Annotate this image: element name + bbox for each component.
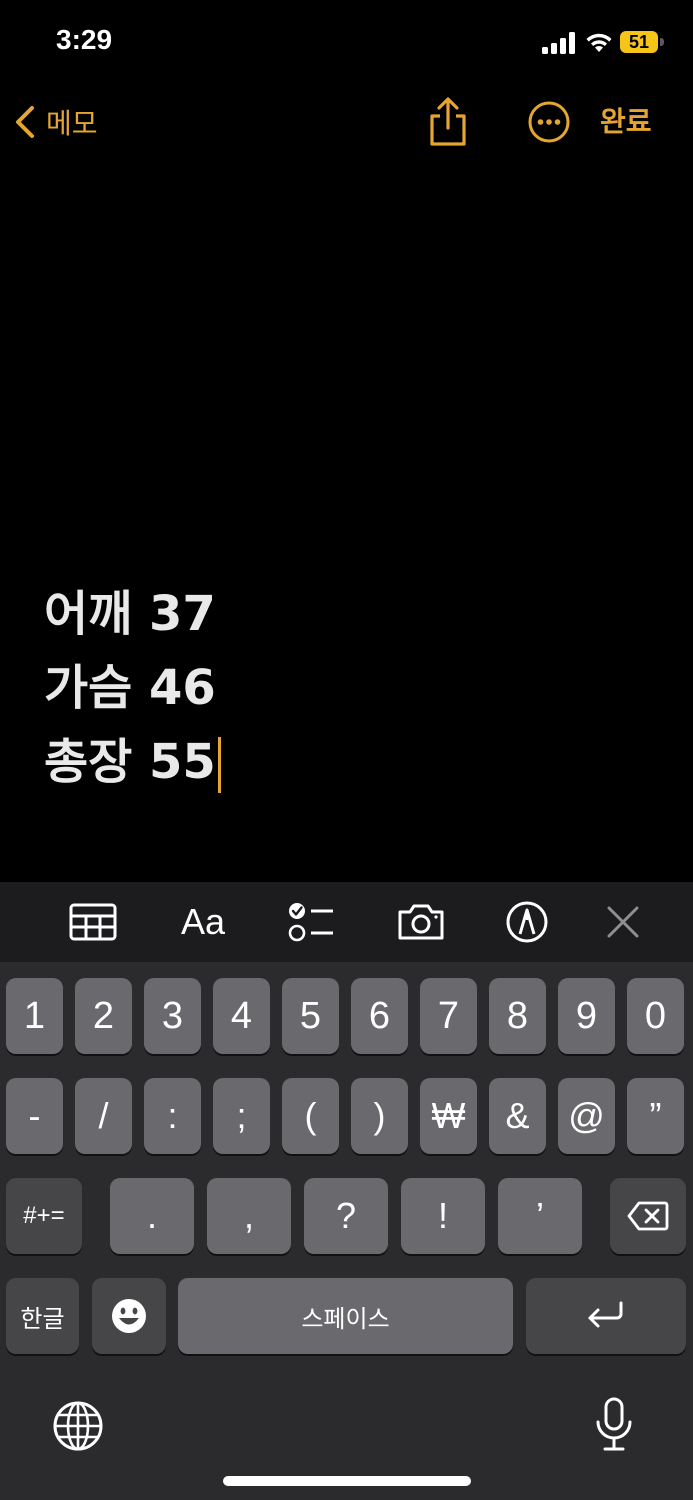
cellular-signal-icon [542,32,575,54]
key-colon[interactable]: : [144,1078,201,1154]
key-semicolon[interactable]: ; [213,1078,270,1154]
globe-icon [53,1401,103,1451]
key-symbols-shift[interactable]: #+= [6,1178,82,1254]
key-won[interactable]: ₩ [420,1078,477,1154]
key-apostrophe[interactable]: ’ [498,1178,582,1254]
battery-level: 51 [620,31,658,53]
key-4[interactable]: 4 [213,978,270,1054]
key-hyphen[interactable]: - [6,1078,63,1154]
checklist-icon [288,903,333,942]
home-indicator [223,1476,471,1486]
text-style-button[interactable]: Aa [176,898,230,946]
key-7[interactable]: 7 [420,978,477,1054]
key-question[interactable]: ? [304,1178,388,1254]
key-open-paren[interactable]: ( [282,1078,339,1154]
close-toolbar-button[interactable] [604,898,642,946]
note-line: 총장 55 [44,732,644,806]
done-button[interactable]: 완료 [600,100,652,144]
key-close-paren[interactable]: ) [351,1078,408,1154]
key-period[interactable]: . [110,1178,194,1254]
key-korean-mode[interactable]: 한글 [6,1278,79,1354]
formatting-toolbar: Aa [0,882,693,962]
delete-backward-icon [627,1201,669,1231]
chevron-left-icon [16,106,34,138]
back-label: 메모 [46,108,98,139]
key-3[interactable]: 3 [144,978,201,1054]
note-line-text: 총장 55 [44,734,216,790]
key-quote[interactable]: ” [627,1078,684,1154]
key-comma[interactable]: , [207,1178,291,1254]
key-exclamation[interactable]: ! [401,1178,485,1254]
dictation-button[interactable] [594,1396,634,1454]
key-9[interactable]: 9 [558,978,615,1054]
camera-button[interactable] [395,898,447,946]
back-button[interactable]: 메모 [14,100,98,144]
battery-icon: 51 [620,31,664,53]
more-options-icon[interactable] [527,100,571,144]
keyboard: 1 2 3 4 5 6 7 8 9 0 - / : ; ( ) ₩ & @ ” … [0,962,693,1500]
key-slash[interactable]: / [75,1078,132,1154]
return-button[interactable] [526,1278,686,1354]
table-icon [69,903,117,941]
wifi-icon [586,33,612,52]
emoji-icon [112,1299,146,1333]
camera-icon [398,904,444,940]
emoji-button[interactable] [92,1278,166,1354]
key-2[interactable]: 2 [75,978,132,1054]
checklist-button[interactable] [286,898,336,946]
backspace-button[interactable] [610,1178,686,1254]
key-at[interactable]: @ [558,1078,615,1154]
text-cursor [217,737,221,793]
note-body[interactable]: 어깨 37 가슴 46 총장 55 [44,584,644,806]
key-1[interactable]: 1 [6,978,63,1054]
markup-pen-icon [506,901,548,943]
markup-button[interactable] [504,898,550,946]
globe-button[interactable] [52,1400,104,1452]
close-icon [607,906,639,938]
key-5[interactable]: 5 [282,978,339,1054]
key-0[interactable]: 0 [627,978,684,1054]
return-icon [588,1301,623,1328]
key-8[interactable]: 8 [489,978,546,1054]
status-time: 3:29 [56,24,113,55]
table-button[interactable] [68,898,118,946]
space-bar[interactable]: 스페이스 [178,1278,513,1354]
note-line: 가슴 46 [44,660,216,716]
key-6[interactable]: 6 [351,978,408,1054]
microphone-icon [596,1397,632,1451]
note-line: 어깨 37 [44,586,216,642]
share-icon[interactable] [426,96,470,148]
key-ampersand[interactable]: & [489,1078,546,1154]
